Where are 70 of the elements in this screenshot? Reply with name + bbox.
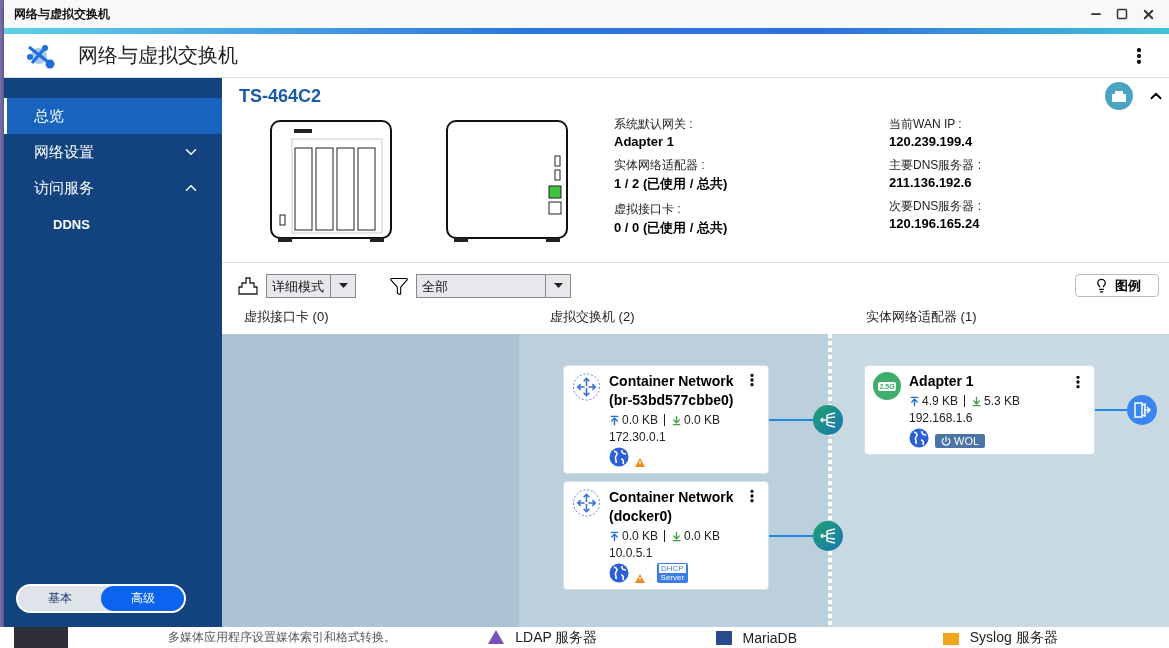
adapter-name: Adapter 1 <box>909 372 975 391</box>
info-label: 系统默认网关 : <box>614 116 694 133</box>
mode-option[interactable]: 高级 <box>101 586 184 611</box>
dhcp-server-badge: DHCP Server <box>657 563 688 583</box>
info-label: 实体网络适配器 : <box>614 157 706 174</box>
info-label: 当前WAN IP : <box>889 116 963 133</box>
info-label: 虚拟接口卡 : <box>614 201 682 218</box>
switch-port-icon <box>813 404 843 435</box>
app-title: 网络与虚拟交换机 <box>78 43 239 68</box>
download-icon <box>671 530 683 542</box>
view-mode-select[interactable]: 详细模式 <box>266 273 356 298</box>
upload-amount: 0.0 KB <box>622 529 659 543</box>
ip-address: 10.0.5.1 <box>609 546 654 560</box>
download-icon <box>671 414 683 426</box>
router-icon <box>572 488 601 518</box>
info-value: 120.196.165.24 <box>889 216 981 231</box>
info-value: 211.136.192.6 <box>889 175 973 190</box>
download-amount: 0.0 KB <box>684 529 721 543</box>
window-title: 网络与虚拟交换机 <box>14 5 111 23</box>
info-label: 次要DNS服务器 : <box>889 198 982 215</box>
app-thumbnail <box>14 627 69 648</box>
wol-badge: WOL <box>935 434 986 448</box>
globe-icon <box>609 447 629 467</box>
info-value: 0 / 0 (已使用 / 总共) <box>614 219 729 237</box>
app-icon <box>487 629 506 646</box>
ip-address: 192.168.1.6 <box>909 411 974 425</box>
app-description: 多媒体应用程序设置媒体索引和格式转换。 <box>168 629 398 646</box>
legend-button[interactable]: 图例 <box>1075 274 1159 297</box>
mode-option[interactable]: 基本 <box>18 586 101 611</box>
upload-icon <box>609 414 620 426</box>
column-header: 实体网络适配器 (1) <box>865 308 978 326</box>
upload-amount: 0.0 KB <box>622 413 659 427</box>
column-header: 虚拟交换机 (2) <box>549 308 636 326</box>
download-amount: 5.3 KB <box>984 394 1021 408</box>
ip-address: 172.30.0.1 <box>609 430 667 444</box>
info-label: 主要DNS服务器 : <box>889 157 982 174</box>
app-logo-icon <box>26 42 56 69</box>
router-icon <box>572 372 601 402</box>
download-icon <box>971 395 983 407</box>
switch-name: Container Network (br-53bd577cbbe0) <box>609 372 735 410</box>
device-name: TS-464C2 <box>239 85 323 107</box>
info-value: 120.239.199.4 <box>889 134 974 149</box>
dropdown-arrow-icon <box>338 283 348 288</box>
info-value: Adapter 1 <box>614 134 675 149</box>
exit-port-icon <box>1127 395 1157 425</box>
globe-icon <box>909 428 929 448</box>
dropdown-arrow-icon <box>553 283 563 288</box>
app-list-item[interactable]: MariaDB <box>714 629 942 646</box>
switch-name: Container Network (docker0) <box>609 488 735 526</box>
globe-icon <box>609 563 629 583</box>
upload-icon <box>609 530 620 542</box>
upload-icon <box>909 395 920 407</box>
info-value: 1 / 2 (已使用 / 总共) <box>614 175 729 193</box>
filter-select[interactable]: 全部 <box>416 273 571 298</box>
maximize-icon <box>1116 8 1128 20</box>
app-icon <box>714 629 733 646</box>
upload-amount: 4.9 KB <box>922 394 959 408</box>
network-port-icon <box>1111 89 1127 103</box>
network-port-button[interactable] <box>1105 82 1133 110</box>
app-list-item[interactable]: LDAP 服务器 <box>487 628 715 647</box>
switch-port-icon <box>813 520 843 551</box>
download-amount: 0.0 KB <box>684 413 721 427</box>
app-list-item[interactable]: Syslog 服务器 <box>941 628 1169 647</box>
topology-icon <box>238 276 258 295</box>
sidebar-item[interactable]: 访问服务 <box>4 170 222 206</box>
column-header: 虚拟接口卡 (0) <box>243 308 330 326</box>
sidebar-item[interactable]: 网络设置 <box>4 134 222 170</box>
sidebar-subitem[interactable]: DDNS <box>4 206 222 242</box>
sidebar-item[interactable]: 总览 <box>4 98 222 134</box>
filter-icon <box>389 275 409 296</box>
